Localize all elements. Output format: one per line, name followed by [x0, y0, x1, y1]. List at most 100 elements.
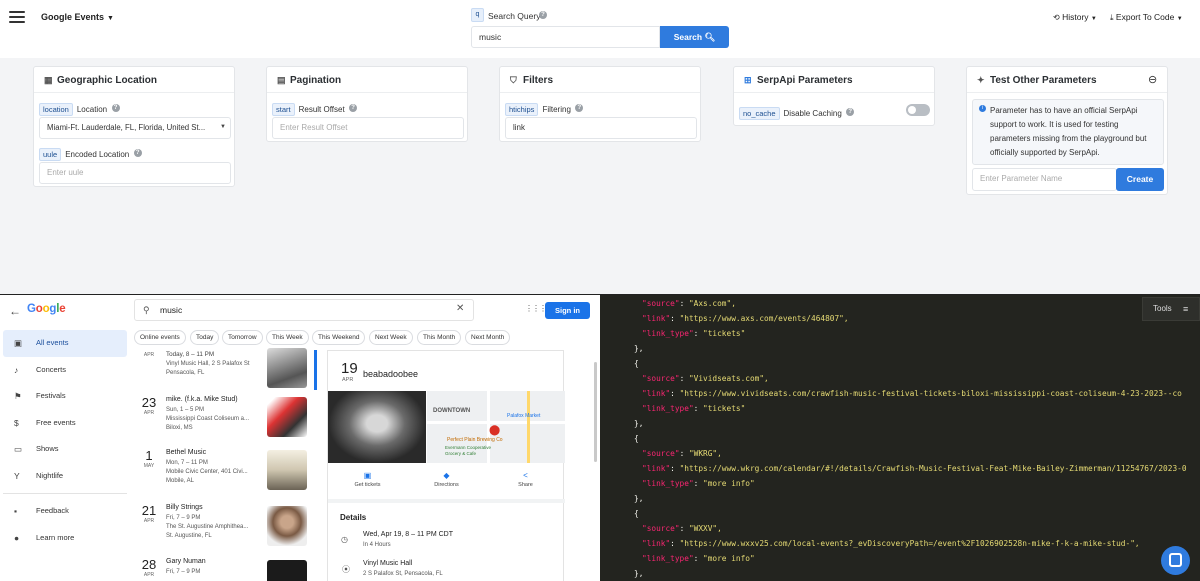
sidebar-item-festivals[interactable]: ⚑ Festivals: [3, 383, 127, 410]
filtering-input[interactable]: link: [505, 117, 697, 139]
get-tickets-button[interactable]: ▣ Get tickets: [328, 471, 407, 488]
search-query-input[interactable]: music: [471, 26, 660, 48]
help-icon[interactable]: ?: [133, 148, 142, 157]
caret-down-icon: ▼: [107, 15, 114, 22]
parameter-name-input[interactable]: Enter Parameter Name: [972, 168, 1117, 191]
action-label: Share: [518, 482, 533, 488]
json-colon: :: [679, 449, 689, 458]
location-value: Miami-Ft. Lauderdale, FL, Florida, Unite…: [47, 123, 206, 132]
map-icon: ▦: [44, 75, 53, 85]
card-header: ▤ Pagination: [267, 67, 467, 93]
json-line: {: [634, 506, 639, 521]
help-icon[interactable]: ?: [111, 103, 120, 112]
card-title: SerpApi Parameters: [757, 75, 853, 86]
json-line: "link_type": "tickets": [642, 326, 745, 341]
event-thumbnail: [267, 506, 307, 546]
json-punct: },: [634, 419, 644, 428]
json-key: "source": [642, 449, 680, 458]
menu-icon[interactable]: [9, 11, 25, 23]
google-search-input[interactable]: music: [134, 299, 474, 321]
chip-this-weekend[interactable]: This Weekend: [312, 330, 366, 345]
chip-this-month[interactable]: This Month: [417, 330, 462, 345]
sidebar-item-free-events[interactable]: $ Free events: [3, 410, 127, 437]
collapse-icon[interactable]: ⊖: [1148, 73, 1157, 86]
create-button[interactable]: Create: [1116, 168, 1164, 191]
detail-when: Wed, Apr 19, 8 – 11 PM CDT: [363, 531, 454, 538]
help-icon[interactable]: ?: [349, 103, 358, 112]
event-list-item[interactable]: 28 APR Gary Numan Fri, 7 – 9 PM: [134, 557, 314, 581]
event-list-item[interactable]: APR Today, 8 – 11 PM Vinyl Music Hall, 2…: [134, 348, 314, 390]
chip-online-events[interactable]: Online events: [134, 330, 186, 345]
card-header: ▦ Geographic Location: [34, 67, 234, 93]
detail-month: APR: [342, 377, 354, 383]
help-icon[interactable]: ?: [846, 107, 855, 116]
event-list-item[interactable]: 21 APR Billy Strings Fri, 7 – 9 PM The S…: [134, 503, 314, 553]
no-cache-label: Disable Caching: [783, 109, 842, 118]
map-road: [527, 391, 530, 463]
uule-input[interactable]: Enter uule: [39, 162, 231, 184]
chip-tomorrow[interactable]: Tomorrow: [222, 330, 263, 345]
json-value: "tickets": [703, 329, 746, 338]
sidebar-item-concerts[interactable]: ♪ Concerts: [3, 357, 127, 384]
search-button[interactable]: Search 🔍︎: [660, 26, 729, 48]
sidebar-item-all-events[interactable]: ▣ All events: [3, 330, 127, 357]
chip-this-week[interactable]: This Week: [266, 330, 309, 345]
venue-map[interactable]: DOWNTOWN Palafox Market Perfect Plain Br…: [427, 391, 565, 463]
help-icon[interactable]: ?: [575, 103, 584, 112]
share-button[interactable]: < Share: [486, 471, 565, 488]
clear-icon[interactable]: ✕: [456, 303, 464, 314]
map-pin-icon: ⬤: [489, 425, 501, 436]
sidebar-item-label: Learn more: [36, 532, 75, 542]
history-label: History: [1062, 12, 1089, 22]
sidebar-item-nightlife[interactable]: Y Nightlife: [3, 463, 127, 490]
help-icon[interactable]: ?: [539, 11, 547, 19]
htichips-label: Filtering: [542, 105, 571, 114]
tools-button[interactable]: Tools ≡: [1142, 297, 1200, 321]
event-list-item[interactable]: 23 APR mike. (f.k.a. Mike Stud) Sun, 1 –…: [134, 395, 314, 445]
scrollbar[interactable]: [594, 362, 597, 462]
json-punct: {: [634, 359, 639, 368]
engine-select[interactable]: Google Events ▼: [41, 12, 114, 22]
start-label: Result Offset: [298, 105, 345, 114]
divider: [328, 499, 565, 503]
json-line: },: [634, 491, 643, 506]
location-select[interactable]: Miami-Ft. Lauderdale, FL, Florida, Unite…: [39, 117, 231, 139]
location-param-row: location Location ?: [39, 99, 120, 117]
event-title: mike. (f.k.a. Mike Stud): [166, 396, 238, 403]
chip-next-month[interactable]: Next Month: [465, 330, 511, 345]
caret-down-icon: ▼: [1090, 16, 1097, 22]
json-line: "link": "https://www.vividseats.com/craw…: [642, 386, 1182, 401]
card-header: ⛉ Filters: [500, 67, 700, 93]
google-logo[interactable]: Google: [27, 303, 66, 315]
serpapi-logo-icon: ⊞: [744, 75, 752, 85]
export-to-code-button[interactable]: ⤓ Export To Code ▼: [1110, 12, 1183, 23]
sidebar-item-learn-more[interactable]: ● Learn more: [3, 525, 127, 552]
json-key: "link_type": [642, 554, 694, 563]
event-list-item[interactable]: 1 MAY Bethel Music Mon, 7 – 11 PM Mobile…: [134, 448, 314, 498]
result-offset-input[interactable]: Enter Result Offset: [272, 117, 464, 139]
disable-caching-toggle[interactable]: [906, 104, 930, 116]
clock-icon: ◷: [341, 535, 348, 544]
back-arrow-icon[interactable]: ←: [9, 304, 21, 318]
directions-button[interactable]: ◆ Directions: [407, 471, 486, 488]
event-time: Fri, 7 – 9 PM: [166, 515, 201, 521]
sidebar-item-shows[interactable]: ▭ Shows: [3, 436, 127, 463]
uule-tag: uule: [39, 148, 62, 161]
json-value: "Axs.com",: [688, 299, 736, 308]
json-line: {: [634, 356, 639, 371]
history-button[interactable]: ⟲ History ▼: [1053, 12, 1097, 22]
json-colon: :: [693, 554, 704, 563]
sign-in-button[interactable]: Sign in: [545, 302, 590, 319]
sidebar-item-feedback[interactable]: ▪ Feedback: [3, 498, 127, 525]
apps-grid-icon[interactable]: ⋮⋮⋮: [525, 304, 547, 313]
htichips-tag: htichips: [505, 103, 539, 116]
ticket-icon: ▭: [14, 444, 23, 454]
chip-next-week[interactable]: Next Week: [369, 330, 413, 345]
json-line: "link": "https://www.axs.com/events/4648…: [642, 311, 849, 326]
chat-support-button[interactable]: [1161, 546, 1190, 575]
query-label: Search Query: [488, 11, 541, 21]
event-time: Sun, 1 – 5 PM: [166, 407, 205, 413]
location-pin-icon: ⦿: [342, 565, 350, 574]
json-key: "source": [642, 374, 680, 383]
chip-today[interactable]: Today: [190, 330, 220, 345]
